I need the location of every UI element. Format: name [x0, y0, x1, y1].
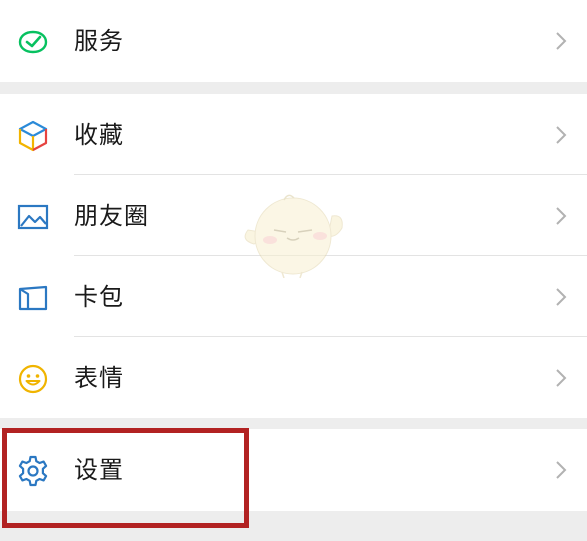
chevron-right-icon [555, 206, 567, 226]
menu-group-service: 服务 [0, 0, 587, 82]
menu-item-moments-label: 朋友圈 [74, 202, 149, 230]
chevron-right-icon [555, 31, 567, 51]
chevron-right-icon [555, 287, 567, 307]
sticker-smiley-icon [16, 362, 50, 396]
moments-picture-icon [16, 200, 50, 234]
chick-mascot-watermark [244, 194, 343, 278]
menu-item-cards-label: 卡包 [74, 283, 124, 311]
chevron-right-icon [555, 460, 567, 480]
favorites-cube-icon [16, 119, 50, 153]
highlight-box [2, 428, 249, 528]
menu-item-stickers[interactable]: 表情 [0, 337, 587, 419]
menu-item-favorites-label: 收藏 [74, 121, 124, 149]
menu-item-favorites[interactable]: 收藏 [0, 94, 587, 176]
chevron-right-icon [555, 368, 567, 388]
menu-item-stickers-label: 表情 [74, 364, 124, 392]
menu-item-service[interactable]: 服务 [0, 0, 587, 82]
chevron-right-icon [555, 125, 567, 145]
service-icon [16, 25, 50, 59]
menu-item-service-label: 服务 [74, 27, 124, 55]
card-wallet-icon [16, 281, 50, 315]
